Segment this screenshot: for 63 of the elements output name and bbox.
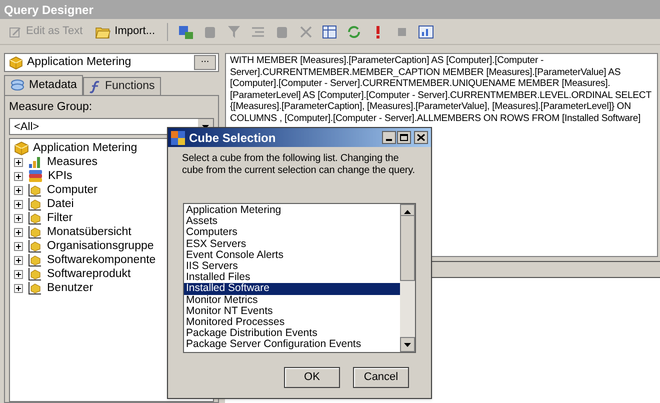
toolbar-button[interactable]: Import... bbox=[90, 22, 160, 42]
cube-field[interactable]: Application Metering ... bbox=[4, 53, 219, 72]
cube-list-item[interactable]: Monitor Metrics bbox=[184, 294, 400, 306]
dimension-icon bbox=[28, 225, 42, 240]
panel-tab[interactable]: Metadata bbox=[4, 75, 83, 95]
cube-list[interactable] bbox=[183, 203, 416, 353]
scroll-thumb[interactable] bbox=[400, 215, 415, 281]
dimension-icon bbox=[28, 253, 42, 268]
expand-icon[interactable] bbox=[14, 228, 23, 237]
panel-tab[interactable]: Functions bbox=[82, 77, 161, 95]
cube-list-item[interactable]: Computers bbox=[184, 227, 400, 239]
expand-icon[interactable] bbox=[14, 284, 23, 293]
expand-icon[interactable] bbox=[14, 172, 23, 181]
stack-icon bbox=[28, 169, 43, 184]
dialog-message: Select a cube from the following list. Changing the cube from the current selection can change the query. bbox=[181, 152, 416, 178]
cube-list-item[interactable]: Installed Files bbox=[184, 272, 400, 284]
bar-chart-icon bbox=[28, 155, 42, 170]
cube-list-item[interactable]: Monitored Processes bbox=[184, 316, 400, 328]
cube-list-item[interactable]: ESX Servers bbox=[184, 238, 400, 250]
edit-icon bbox=[8, 24, 22, 38]
cube-icon bbox=[14, 140, 29, 156]
dialog-button[interactable]: Cancel bbox=[353, 367, 409, 388]
dimension-icon bbox=[28, 281, 42, 296]
dimension-icon bbox=[28, 183, 42, 198]
dimension-icon bbox=[28, 239, 42, 254]
query-text: WITH MEMBER [Measures].[ParameterCaption] AS [Computer].[Computer - Server].CURRENTMEMBER.MEMBER_CAPTION MEMBER [Measures].[ParameterValue] AS [Computer].[Computer - Server].CURRENTMEMBER.UNIQUENAME MEMBER [Measures].[ParameterLevel] AS [Computer].[Computer - Server].CURRENTMEMBER.LEVEL.ORDINAL SELECT {[Measures].[ParameterCaption], [Measures].[ParameterValue], [Measures].[ParameterLevel]} ON COLUMNS , [Computer].[Computer - Server].ALLMEMBERS ON ROWS FROM [Installed Software] bbox=[230, 55, 652, 125]
close-icon[interactable] bbox=[417, 134, 425, 141]
dialog-button[interactable]: OK bbox=[284, 367, 340, 388]
close-button[interactable] bbox=[414, 131, 428, 144]
cube-grid-icon[interactable] bbox=[178, 24, 194, 40]
cube-window-icon bbox=[171, 130, 185, 144]
expand-icon[interactable] bbox=[14, 186, 23, 195]
cube-icon bbox=[9, 56, 23, 70]
function-icon bbox=[88, 80, 101, 94]
cube-name: Application Metering bbox=[27, 54, 132, 70]
cube-list-item[interactable]: Monitor NT Events bbox=[184, 306, 400, 317]
dimension-icon bbox=[28, 267, 42, 282]
minimize-button[interactable] bbox=[382, 131, 396, 144]
expand-icon[interactable] bbox=[14, 158, 23, 167]
window-title: Query Designer bbox=[4, 2, 94, 18]
cube-list-item[interactable]: Application Metering bbox=[184, 205, 400, 216]
folder-icon bbox=[94, 24, 111, 38]
cube-list-item[interactable]: Package Server Configuration Events bbox=[184, 339, 400, 350]
layers-icon bbox=[10, 78, 25, 92]
cube-list-item[interactable]: Installed Software bbox=[184, 283, 400, 294]
expand-icon[interactable] bbox=[14, 242, 23, 251]
cube-list-item[interactable]: Assets bbox=[184, 216, 400, 228]
cube-list-item[interactable]: Package Distribution Events bbox=[184, 328, 400, 340]
chart-window-icon[interactable] bbox=[418, 24, 434, 40]
expand-icon[interactable] bbox=[14, 270, 23, 279]
expand-icon[interactable] bbox=[14, 256, 23, 265]
table-icon[interactable] bbox=[322, 24, 338, 40]
scroll-down-icon[interactable] bbox=[404, 342, 411, 346]
scrollbar[interactable] bbox=[400, 204, 415, 352]
dimension-icon bbox=[28, 211, 42, 226]
measure-group-label: Measure Group: bbox=[9, 100, 94, 115]
expand-icon[interactable] bbox=[14, 200, 23, 209]
browse-button[interactable]: ... bbox=[194, 55, 216, 70]
cube-list-item[interactable]: IIS Servers bbox=[184, 260, 400, 272]
maximize-button[interactable] bbox=[397, 131, 411, 144]
dimension-icon bbox=[28, 197, 42, 212]
cube-list-item[interactable]: Event Console Alerts bbox=[184, 250, 400, 261]
expand-icon[interactable] bbox=[14, 214, 23, 223]
